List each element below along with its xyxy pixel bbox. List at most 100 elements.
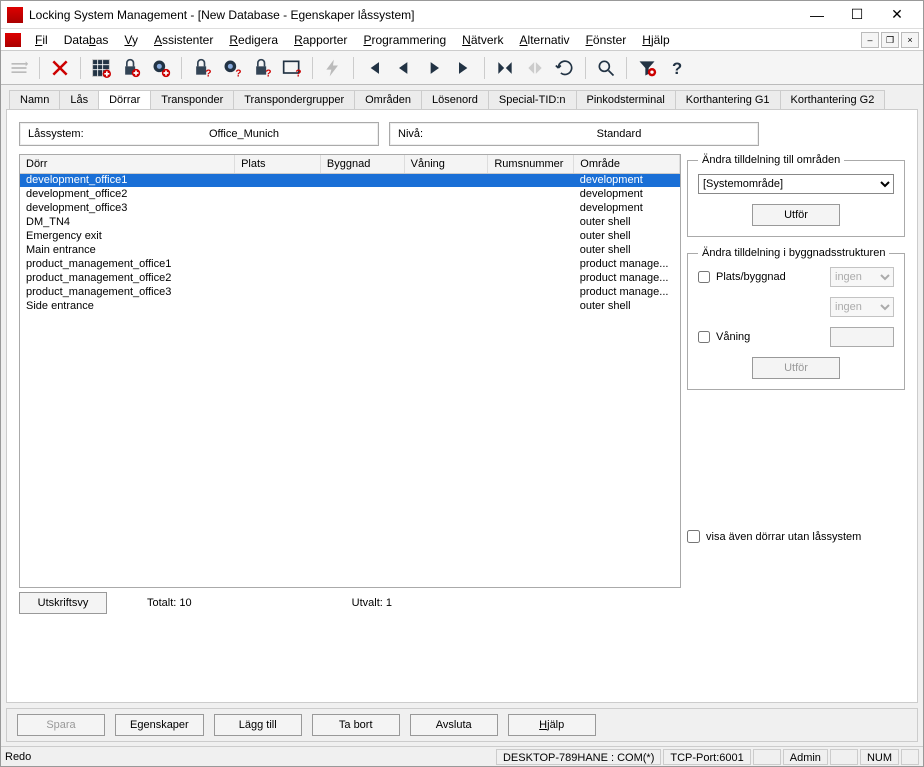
show-doors-checkbox[interactable] [687, 530, 700, 543]
toolbar-lock-help2-icon[interactable]: ? [248, 54, 276, 82]
egenskaper-button[interactable]: Egenskaper [115, 714, 204, 736]
toolbar-search-icon[interactable] [592, 54, 620, 82]
tab-transponder[interactable]: Transponder [150, 90, 234, 109]
tab-l-senord[interactable]: Lösenord [421, 90, 489, 109]
table-row[interactable]: DM_TN4outer shell [20, 215, 680, 229]
tab-korthantering-g1[interactable]: Korthantering G1 [675, 90, 781, 109]
toolbar-lock-add-icon[interactable] [117, 54, 145, 82]
area-group-legend: Ändra tilldelning till områden [698, 154, 844, 166]
title-bar: Locking System Management - [New Databas… [1, 1, 923, 29]
mdi-close[interactable]: × [901, 32, 919, 48]
tab-l-s[interactable]: Lås [59, 90, 99, 109]
menu-databas[interactable]: Databas [56, 31, 117, 49]
mdi-minimize[interactable]: – [861, 32, 879, 48]
toolbar-refresh-icon[interactable] [551, 54, 579, 82]
tab-d-rrar[interactable]: Dörrar [98, 90, 151, 110]
status-num: NUM [860, 749, 899, 765]
plats-byggnad-label: Plats/byggnad [716, 271, 824, 283]
menu-assistenter[interactable]: Assistenter [146, 31, 221, 49]
toolbar-last-icon[interactable] [450, 54, 478, 82]
col-rumsnummer[interactable]: Rumsnummer [488, 155, 574, 173]
lassystem-value: Office_Munich [118, 128, 370, 140]
utfor-building-button: Utför [752, 357, 840, 379]
utfor-area-button[interactable]: Utför [752, 204, 840, 226]
table-row[interactable]: product_management_office3product manage… [20, 285, 680, 299]
toolbar-next-icon[interactable] [420, 54, 448, 82]
niva-value: Standard [488, 128, 750, 140]
mdi-restore[interactable]: ❐ [881, 32, 899, 48]
menu-alternativ[interactable]: Alternativ [512, 31, 578, 49]
utskriftsvy-button[interactable]: Utskriftsvy [19, 592, 107, 614]
content-panel: Låssystem: Office_Munich Nivå: Standard … [6, 109, 918, 703]
toolbar-grid-icon[interactable] [87, 54, 115, 82]
table-row[interactable]: product_management_office1product manage… [20, 257, 680, 271]
toolbar-expand-icon[interactable] [521, 54, 549, 82]
toolbar-collapse-icon[interactable] [491, 54, 519, 82]
spara-button: Spara [17, 714, 105, 736]
system-area-select[interactable]: [Systemområde] [698, 174, 894, 194]
lassystem-label: Låssystem: [28, 128, 118, 140]
close-button[interactable]: ✕ [877, 2, 917, 28]
svg-text:?: ? [295, 68, 301, 78]
doors-table-wrap[interactable]: DörrPlatsByggnadVåningRumsnummerOmråde d… [19, 154, 681, 588]
app-icon [7, 7, 23, 23]
toolbar-cancel-icon[interactable] [46, 54, 74, 82]
tab-korthantering-g2[interactable]: Korthantering G2 [780, 90, 886, 109]
hjalp-button[interactable]: Hjälp [508, 714, 596, 736]
plats-byggnad-checkbox[interactable] [698, 271, 710, 283]
table-row[interactable]: Main entranceouter shell [20, 243, 680, 257]
col-område[interactable]: Område [574, 155, 680, 173]
bottom-button-bar: Spara Egenskaper Lägg till Ta bort Avslu… [6, 708, 918, 742]
status-tcp: TCP-Port:6001 [663, 749, 750, 765]
table-row[interactable]: Side entranceouter shell [20, 299, 680, 313]
col-byggnad[interactable]: Byggnad [320, 155, 404, 173]
tab-namn[interactable]: Namn [9, 90, 60, 109]
maximize-button[interactable]: ☐ [837, 2, 877, 28]
tab-transpondergrupper[interactable]: Transpondergrupper [233, 90, 355, 109]
lassystem-box: Låssystem: Office_Munich [19, 122, 379, 146]
minimize-button[interactable]: — [797, 2, 837, 28]
status-empty3 [901, 749, 919, 765]
table-row[interactable]: development_office2development [20, 187, 680, 201]
table-row[interactable]: product_management_office2product manage… [20, 271, 680, 285]
col-våning[interactable]: Våning [404, 155, 488, 173]
menu-redigera[interactable]: Redigera [221, 31, 286, 49]
vaning-label: Våning [716, 331, 824, 343]
toolbar-tag-help-icon[interactable]: ? [218, 54, 246, 82]
vaning-checkbox[interactable] [698, 331, 710, 343]
table-row[interactable]: development_office1development [20, 173, 680, 187]
tabort-button[interactable]: Ta bort [312, 714, 400, 736]
menu-natverk[interactable]: Nätverk [454, 31, 511, 49]
status-admin: Admin [783, 749, 828, 765]
toolbar-first-icon[interactable] [360, 54, 388, 82]
app-icon-small [5, 33, 21, 47]
menu-fil[interactable]: Fil [27, 31, 56, 49]
avsluta-button[interactable]: Avsluta [410, 714, 498, 736]
status-empty2 [830, 749, 858, 765]
tab-omr-den[interactable]: Områden [354, 90, 422, 109]
svg-text:?: ? [205, 68, 211, 78]
menu-hjalp[interactable]: Hjälp [634, 31, 677, 49]
toolbar-login-icon[interactable] [5, 54, 33, 82]
col-plats[interactable]: Plats [235, 155, 321, 173]
menu-fonster[interactable]: Fönster [578, 31, 635, 49]
menu-rapporter[interactable]: Rapporter [286, 31, 355, 49]
toolbar-filter-gear-icon[interactable] [633, 54, 661, 82]
tab-pinkodsterminal[interactable]: Pinkodsterminal [576, 90, 676, 109]
utvalt-text: Utvalt: 1 [352, 597, 392, 609]
table-row[interactable]: Emergency exitouter shell [20, 229, 680, 243]
toolbar-help-icon[interactable]: ? [663, 54, 691, 82]
toolbar-lock-help-icon[interactable]: ? [188, 54, 216, 82]
toolbar-flash-icon[interactable] [319, 54, 347, 82]
window-title: Locking System Management - [New Databas… [29, 8, 797, 22]
toolbar-window-help-icon[interactable]: ? [278, 54, 306, 82]
col-dörr[interactable]: Dörr [20, 155, 235, 173]
table-row[interactable]: development_office3development [20, 201, 680, 215]
tab-special-tid-n[interactable]: Special-TID:n [488, 90, 577, 109]
menu-programmering[interactable]: Programmering [355, 31, 454, 49]
menu-vy[interactable]: Vy [116, 31, 146, 49]
toolbar-tag-add-icon[interactable] [147, 54, 175, 82]
totalt-text: Totalt: 10 [147, 597, 192, 609]
laggtill-button[interactable]: Lägg till [214, 714, 302, 736]
toolbar-prev-icon[interactable] [390, 54, 418, 82]
